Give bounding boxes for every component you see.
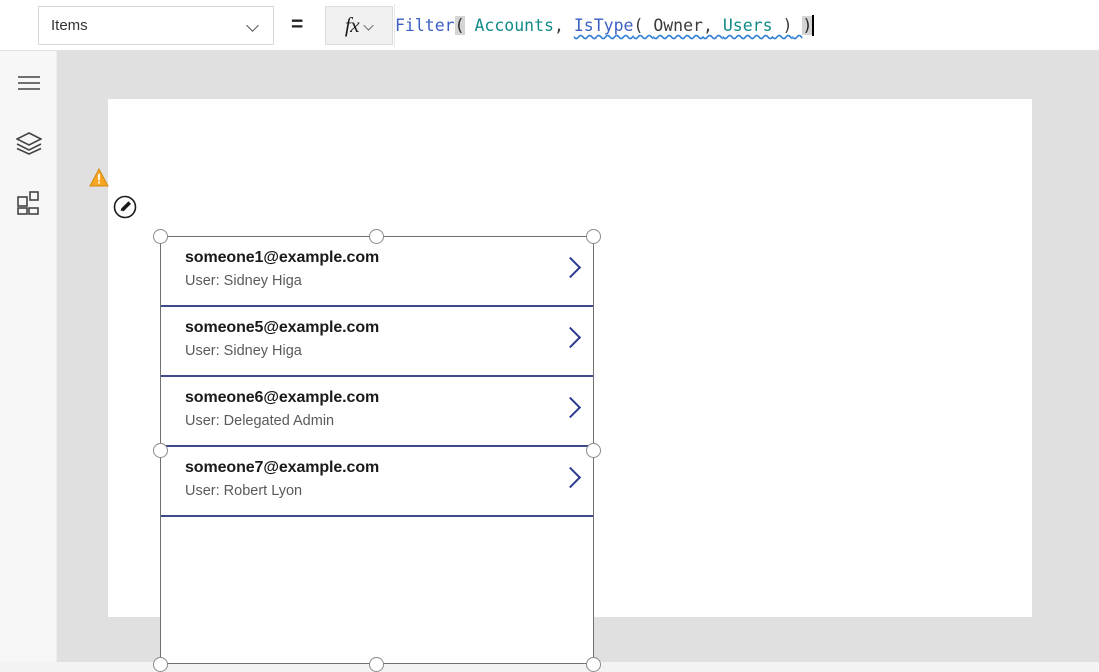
gallery-item-title: someone1@example.com (185, 249, 380, 266)
chevron-down-icon (248, 20, 259, 31)
formula-token: , (702, 16, 723, 35)
gallery-item-title: someone7@example.com (185, 459, 380, 476)
chevron-right-icon[interactable] (561, 327, 577, 343)
resize-handle-bottom-right[interactable] (586, 657, 601, 672)
equals-sign: = (291, 13, 304, 36)
formula-token (564, 16, 574, 35)
fx-icon: fx (344, 13, 360, 37)
chevron-right-icon[interactable] (561, 397, 577, 413)
resize-handle-middle-right[interactable] (586, 443, 601, 458)
formula-token: Accounts (464, 16, 554, 35)
formula-token: ) (802, 16, 813, 35)
gallery-control[interactable]: someone1@example.com User: Sidney Higa som… (160, 236, 594, 664)
gallery-item[interactable]: someone6@example.com User: Delegated Admi… (161, 377, 593, 447)
chevron-right-icon[interactable] (561, 257, 577, 273)
gallery-item[interactable]: someone5@example.com User: Sidney Higa (161, 307, 593, 377)
menu-icon (17, 76, 40, 90)
resize-handle-middle-left[interactable] (153, 443, 168, 458)
warning-icon (89, 167, 109, 187)
formula-token: , (553, 16, 564, 35)
gallery-item-title: someone5@example.com (185, 319, 380, 336)
gallery-item-subtitle: User: Delegated Admin (185, 413, 335, 429)
edit-badge[interactable] (113, 195, 137, 219)
rail-item-insert[interactable] (0, 181, 57, 225)
rail-item-tree-view[interactable] (0, 121, 57, 165)
left-icon-rail (0, 51, 57, 662)
formula-token: IsType (573, 16, 634, 35)
formula-token: Filter (395, 16, 455, 35)
app-canvas[interactable]: someone1@example.com User: Sidney Higa som… (108, 99, 1032, 672)
warning-badge[interactable] (89, 167, 109, 187)
gallery-item-subtitle: User: Sidney Higa (185, 343, 302, 359)
formula-token: Users (722, 16, 773, 35)
resize-handle-top-right[interactable] (586, 229, 601, 244)
tree-view-icon (15, 132, 42, 155)
resize-handle-bottom-left[interactable] (153, 657, 168, 672)
gallery-items-list: someone1@example.com User: Sidney Higa som… (161, 237, 593, 517)
resize-handle-bottom-center[interactable] (369, 657, 384, 672)
workspace: someone1@example.com User: Sidney Higa som… (57, 51, 1099, 672)
gallery-item-subtitle: User: Sidney Higa (185, 273, 302, 289)
fx-button[interactable]: fx (325, 6, 393, 45)
formula-text: Filter( Accounts, IsType( Owner, Users )… (395, 16, 813, 35)
edit-pencil-icon (113, 195, 137, 219)
gallery-item[interactable]: someone7@example.com User: Robert Lyon (161, 447, 593, 517)
formula-token: Owner (653, 16, 703, 35)
formula-bar: Items = fx Filter( Accounts, IsType( Own… (0, 0, 1099, 51)
property-dropdown-value: Items (51, 17, 88, 34)
rail-item-menu[interactable] (0, 61, 57, 105)
formula-input[interactable]: Filter( Accounts, IsType( Owner, Users )… (394, 4, 1099, 47)
formula-token (792, 16, 802, 35)
formula-token: ) (772, 16, 793, 35)
chevron-down-icon (365, 21, 372, 30)
gallery-item-title: someone6@example.com (185, 389, 380, 406)
property-dropdown[interactable]: Items (38, 6, 274, 45)
formula-token: ( (454, 16, 465, 35)
gallery-item[interactable]: someone1@example.com User: Sidney Higa (161, 237, 593, 307)
resize-handle-top-center[interactable] (369, 229, 384, 244)
gallery-item-subtitle: User: Robert Lyon (185, 483, 303, 499)
insert-icon (16, 191, 39, 215)
resize-handle-top-left[interactable] (153, 229, 168, 244)
text-caret (812, 15, 815, 36)
formula-token: ( (633, 16, 654, 35)
chevron-right-icon[interactable] (561, 467, 577, 483)
